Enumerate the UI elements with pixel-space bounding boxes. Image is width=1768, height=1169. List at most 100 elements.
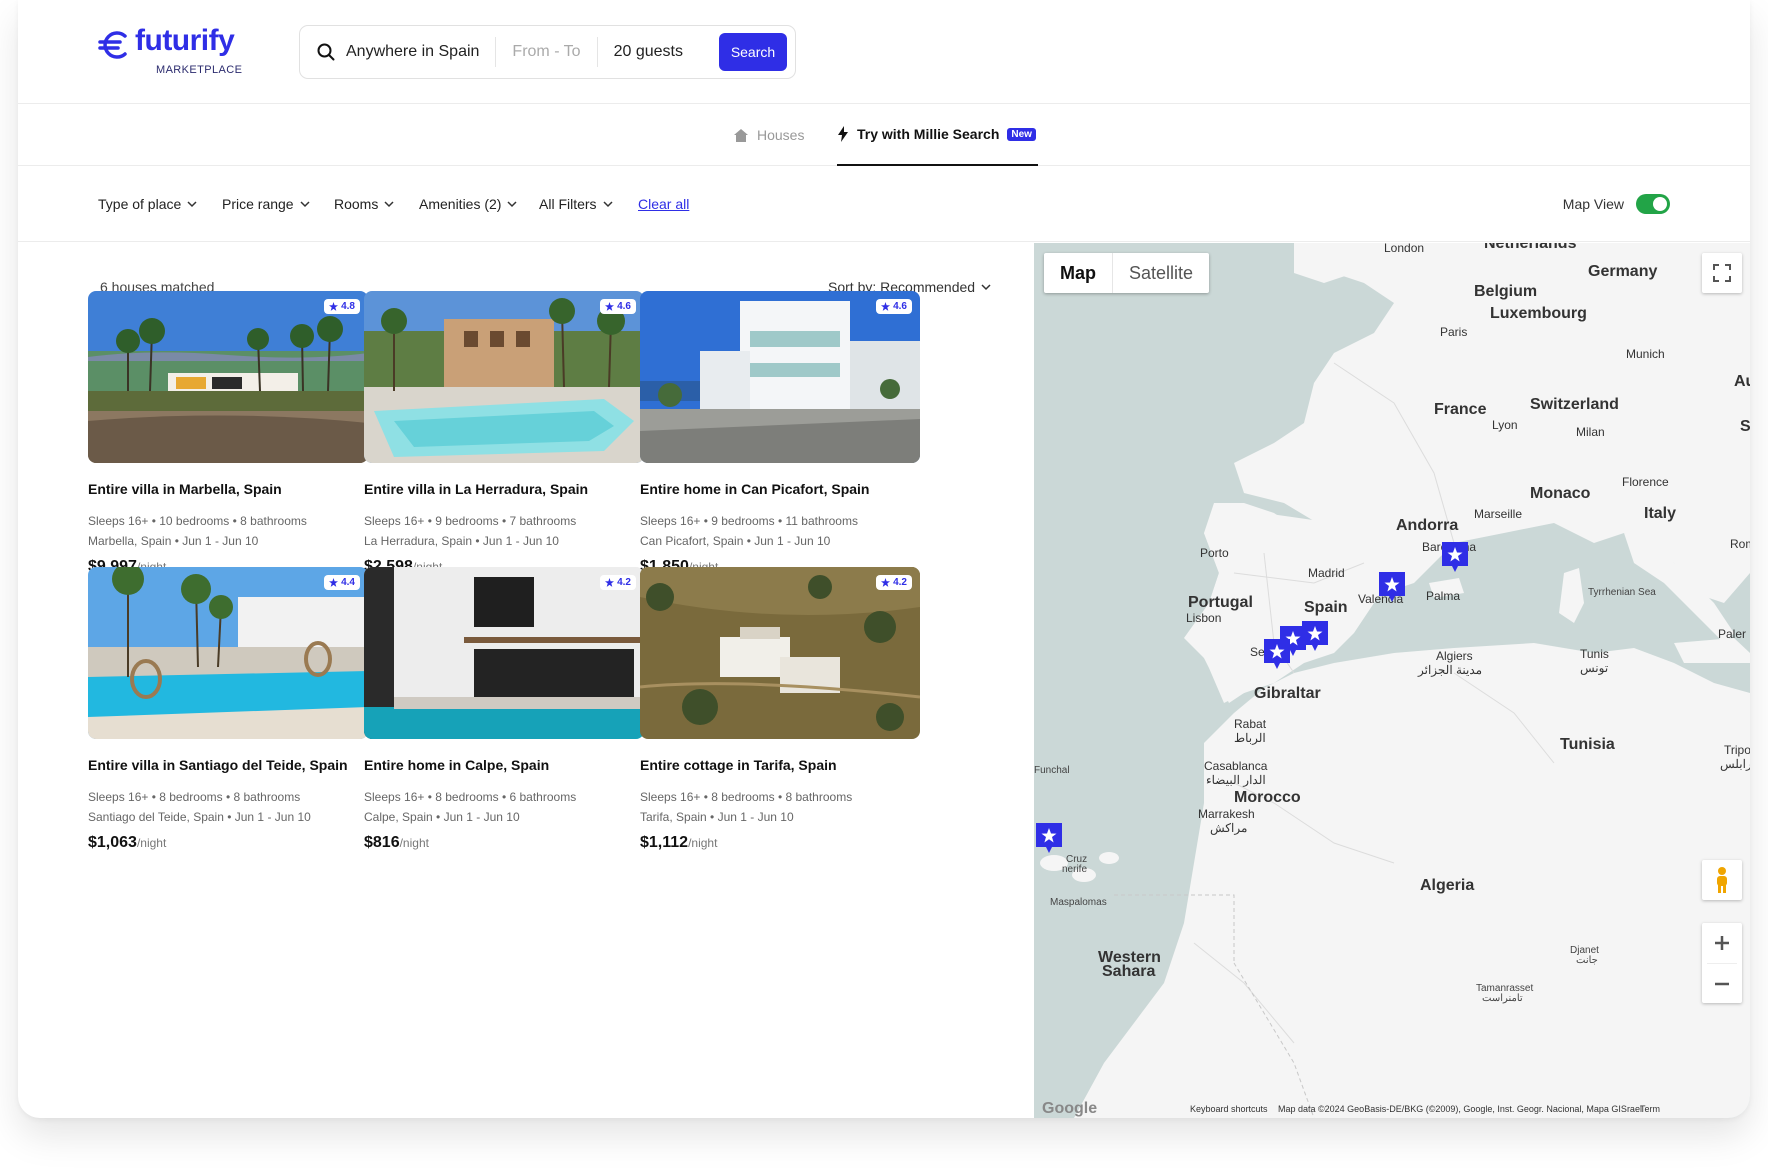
map-pin[interactable] [1379, 572, 1405, 602]
map-pin[interactable] [1264, 639, 1290, 669]
map-view-toggle[interactable] [1636, 194, 1670, 214]
rating-value: 4.2 [893, 577, 907, 588]
map-label: Portugal [1188, 594, 1253, 611]
star-icon [605, 302, 615, 311]
map-label: Paris [1440, 325, 1468, 339]
listing-title[interactable]: Entire cottage in Tarifa, Spain [640, 757, 920, 773]
euro-logo-icon [98, 31, 127, 59]
map-type-control: Map Satellite [1044, 253, 1210, 293]
listing-title[interactable]: Entire villa in Santiago del Teide, Spai… [88, 757, 368, 773]
listing-place-dates: Santiago del Teide, Spain • Jun 1 - Jun … [88, 810, 311, 824]
lightning-icon [838, 126, 848, 142]
filter-amenities[interactable]: Amenities (2) [419, 166, 517, 242]
zoom-control [1702, 923, 1742, 1003]
results-panel: 6 houses matched Sort by: Recommended 4.… [18, 243, 1034, 1118]
chevron-down-icon [981, 284, 991, 291]
listing-photo[interactable]: 4.6 [640, 291, 920, 463]
map-label: Munich [1626, 347, 1665, 361]
home-icon [734, 128, 748, 142]
listing-card[interactable]: 4.6 Entire home in Can Picafort, Spain S… [640, 291, 920, 591]
search-button[interactable]: Search [719, 33, 787, 71]
filter-type-of-place[interactable]: Type of place [98, 166, 197, 242]
listing-photo[interactable]: 4.2 [364, 567, 644, 739]
map-view-label: Map View [1562, 196, 1624, 212]
price-unit: /night [688, 836, 718, 850]
map-label: Italy [1644, 505, 1677, 522]
map-label: Tyrrhenian Sea [1588, 587, 1656, 598]
listing-title[interactable]: Entire home in Can Picafort, Spain [640, 481, 920, 497]
tab-millie-search[interactable]: Try with Millie Search New [837, 104, 1038, 166]
map-label: Spain [1304, 599, 1348, 616]
map-label: nerife [1062, 864, 1088, 875]
chevron-down-icon [300, 201, 310, 208]
listing-photo[interactable]: 4.6 [364, 291, 644, 463]
tab-houses[interactable]: Houses [733, 104, 804, 166]
filter-label: All Filters [539, 196, 597, 212]
terms-link[interactable]: Term [1640, 1104, 1660, 1114]
map-label: طرابلس [1720, 757, 1750, 771]
zoom-in-button[interactable] [1713, 923, 1731, 963]
listing-card[interactable]: 4.8 Entire villa in Marbella, Spain Slee… [88, 291, 368, 591]
brand-logo[interactable]: futurify MARKETPLACE [98, 24, 258, 80]
map-label: Lisbon [1186, 611, 1222, 625]
chevron-down-icon [187, 201, 197, 208]
listing-card[interactable]: 4.2 Entire cottage in Tarifa, Spain Slee… [640, 567, 920, 867]
listing-title[interactable]: Entire villa in Marbella, Spain [88, 481, 368, 497]
listing-price: $1,112/night [640, 834, 920, 852]
map-panel[interactable]: Map Satellite London Netherlands Germany… [1034, 243, 1750, 1118]
map-view-toggle-group: Map View [1563, 166, 1670, 242]
fullscreen-icon [1713, 264, 1731, 282]
map-label: Paler [1718, 627, 1747, 641]
map-type-satellite-button[interactable]: Satellite [1112, 253, 1209, 293]
listing-title[interactable]: Entire villa in La Herradura, Spain [364, 481, 644, 497]
map-pin[interactable] [1442, 542, 1468, 572]
filter-rooms[interactable]: Rooms [334, 166, 394, 242]
map-label: Algeria [1420, 877, 1475, 894]
listing-place-dates: Marbella, Spain • Jun 1 - Jun 10 [88, 534, 259, 548]
map-label: Palma [1426, 589, 1461, 603]
map-pin[interactable] [1036, 823, 1062, 853]
street-view-button[interactable] [1702, 860, 1742, 900]
map-land [1040, 243, 1750, 1118]
listing-title[interactable]: Entire home in Calpe, Spain [364, 757, 644, 773]
location-field[interactable]: Anywhere in Spain [344, 37, 497, 67]
listing-specs: Sleeps 16+ • 8 bedrooms • 8 bathrooms [88, 790, 301, 804]
map-label: Tunisia [1560, 736, 1615, 753]
map-label: Luxembourg [1490, 305, 1587, 322]
brand-sub: MARKETPLACE [156, 64, 243, 76]
listing-photo[interactable]: 4.8 [88, 291, 368, 463]
listing-card[interactable]: 4.6 Entire villa in La Herradura, Spain … [364, 291, 644, 591]
map-label: Belgium [1474, 283, 1538, 300]
map-label: Madrid [1308, 566, 1345, 580]
clear-all-link[interactable]: Clear all [638, 166, 689, 242]
keyboard-shortcuts-link[interactable]: Keyboard shortcuts [1190, 1104, 1268, 1114]
map-label: Milan [1576, 425, 1605, 439]
filter-price-range[interactable]: Price range [222, 166, 310, 242]
listing-photo[interactable]: 4.2 [640, 567, 920, 739]
map-label: Au [1734, 373, 1750, 390]
clear-all-label: Clear all [638, 196, 690, 212]
rating-badge: 4.8 [324, 299, 360, 314]
brand-name: futurify [135, 24, 235, 57]
filter-bar: Type of place Price range Rooms Amenitie… [18, 166, 1750, 242]
fullscreen-button[interactable] [1702, 253, 1742, 293]
dates-field[interactable]: From - To [496, 37, 598, 67]
listing-place-dates: Can Picafort, Spain • Jun 1 - Jun 10 [640, 534, 831, 548]
map-label: مدينة الجزائر [1418, 663, 1483, 677]
filter-all-filters[interactable]: All Filters [539, 166, 613, 242]
listing-card[interactable]: 4.4 Entire villa in Santiago del Teide, … [88, 567, 368, 867]
rating-badge: 4.2 [876, 575, 912, 590]
chevron-down-icon [507, 201, 517, 208]
guests-field[interactable]: 20 guests [598, 43, 719, 61]
map-type-map-button[interactable]: Map [1044, 253, 1112, 293]
star-icon [329, 578, 339, 587]
price-unit: /night [136, 836, 167, 850]
new-badge: New [1007, 127, 1036, 141]
price-value: $1,112 [640, 834, 689, 851]
map-label: Netherlands [1484, 243, 1577, 252]
zoom-out-button[interactable] [1707, 963, 1737, 1003]
listing-photo[interactable]: 4.4 [88, 567, 368, 739]
chevron-down-icon [384, 201, 394, 208]
minus-icon [1715, 982, 1729, 985]
listing-card[interactable]: 4.2 Entire home in Calpe, Spain Sleeps 1… [364, 567, 644, 867]
